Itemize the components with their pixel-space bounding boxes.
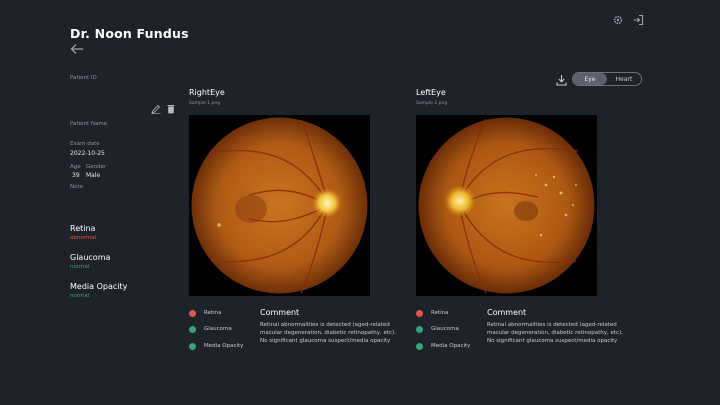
right-eye-title: RightEye <box>189 88 225 97</box>
patient-name-label: Patient Name <box>70 121 108 127</box>
right-comment-line-1: Retinal abnormalities is detected (aged-… <box>260 322 390 328</box>
left-comment-line-1: Retinal abnormalities is detected (aged-… <box>487 322 617 328</box>
legend-glaucoma-label: Glaucoma <box>431 326 459 332</box>
legend-media-label: Media Opacity <box>431 343 471 349</box>
left-comment-title: Comment <box>487 308 527 317</box>
exam-date-label: Exam date <box>70 141 100 147</box>
right-comment-title: Comment <box>260 308 300 317</box>
toggle-eye-option[interactable]: Eye <box>573 73 607 85</box>
condition-retina-status: abnormal <box>70 235 97 241</box>
top-right-actions <box>612 14 644 26</box>
gender-label: Gender <box>86 164 107 170</box>
retina-status-dot <box>189 310 196 317</box>
eye-heart-toggle[interactable]: Eye Heart <box>572 72 642 86</box>
note-label: Note <box>70 184 84 190</box>
left-eye-fundus-image[interactable] <box>416 115 597 296</box>
back-arrow-icon[interactable] <box>70 43 84 55</box>
download-icon[interactable] <box>556 74 567 86</box>
right-comment-line-3: No significant glaucoma suspect/media op… <box>260 338 391 344</box>
settings-gear-icon[interactable] <box>612 14 624 26</box>
right-eye-fundus-image[interactable] <box>189 115 370 296</box>
age-label: Age <box>70 164 81 170</box>
retina-status-dot <box>416 310 423 317</box>
legend-retina-label: Retina <box>431 310 449 316</box>
glaucoma-status-dot <box>416 326 423 333</box>
left-eye-title: LeftEye <box>416 88 446 97</box>
condition-retina-name: Retina <box>70 224 96 233</box>
age-value: 39 <box>72 172 80 179</box>
right-eye-filename: Sample 1.png <box>189 101 221 106</box>
media-status-dot <box>416 343 423 350</box>
legend-glaucoma-label: Glaucoma <box>204 326 232 332</box>
left-comment-line-2: macular degeneration, diabetic retinopat… <box>487 330 623 336</box>
left-comment-line-3: No significant glaucoma suspect/media op… <box>487 338 618 344</box>
condition-media-name: Media Opacity <box>70 282 128 291</box>
trash-icon[interactable] <box>167 104 175 114</box>
edit-pencil-icon[interactable] <box>151 104 161 114</box>
legend-retina-label: Retina <box>204 310 222 316</box>
app-title: Dr. Noon Fundus <box>70 26 189 41</box>
condition-glaucoma-name: Glaucoma <box>70 253 111 262</box>
right-comment-line-2: macular degeneration, diabetic retinopat… <box>260 330 396 336</box>
exam-date-value: 2022-10-25 <box>70 150 105 157</box>
gender-value: Male <box>86 172 101 179</box>
toggle-heart-option[interactable]: Heart <box>607 73 641 85</box>
right-comment-text: Retinal abnormalities is detected (aged-… <box>260 321 420 345</box>
glaucoma-status-dot <box>189 326 196 333</box>
left-eye-filename: Sample 2.png <box>416 101 448 106</box>
legend-media-label: Media Opacity <box>204 343 244 349</box>
condition-media-status: normal <box>70 293 90 299</box>
condition-glaucoma-status: normal <box>70 264 90 270</box>
logout-icon[interactable] <box>632 14 644 26</box>
patient-id-label: Patient ID <box>70 75 97 81</box>
left-comment-text: Retinal abnormalities is detected (aged-… <box>487 321 647 345</box>
media-status-dot <box>189 343 196 350</box>
